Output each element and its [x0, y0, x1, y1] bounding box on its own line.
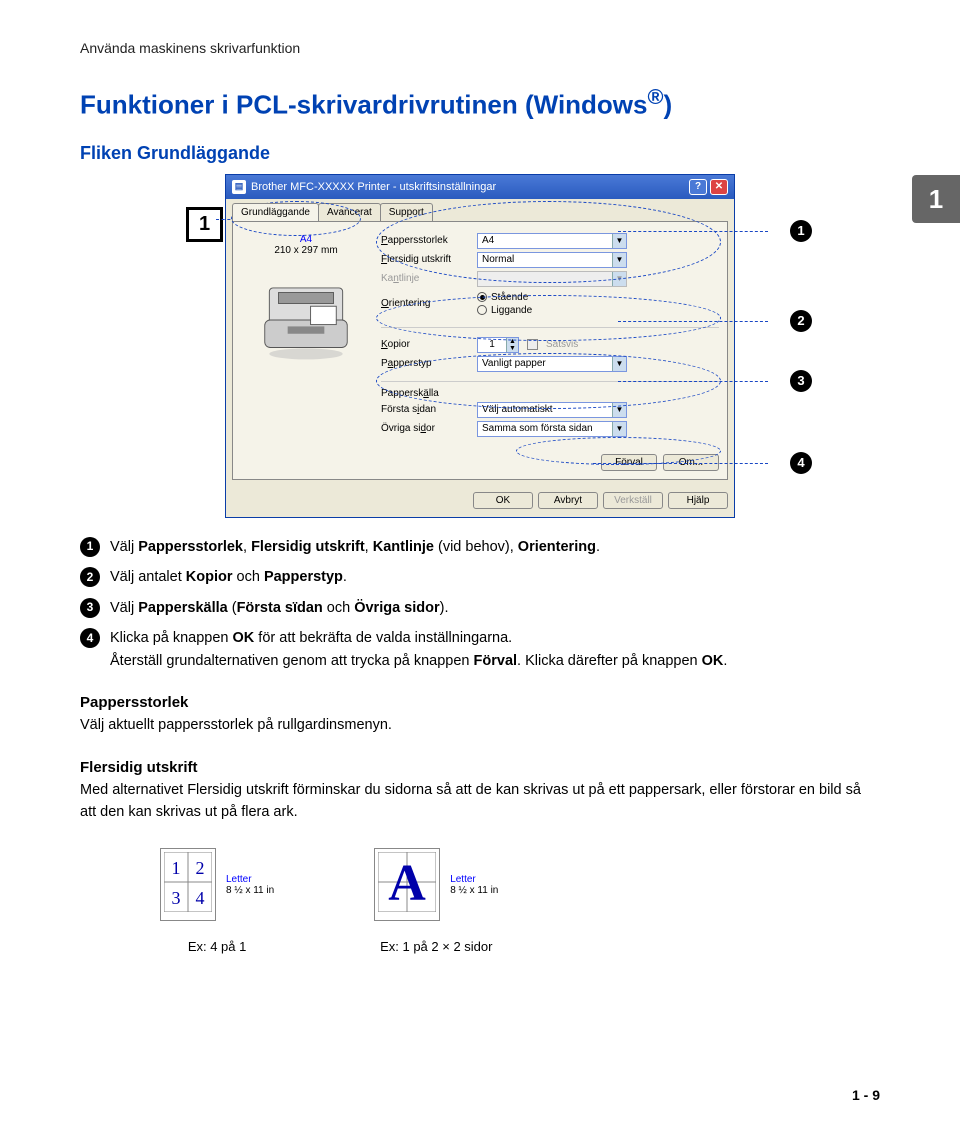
label-satsvis: Satsvis: [546, 339, 578, 350]
callout-4: 4: [790, 452, 812, 474]
avbryt-button[interactable]: Avbryt: [538, 492, 598, 509]
page-subtitle: Fliken Grundläggande: [80, 143, 880, 164]
ellipse-1: [376, 201, 721, 283]
list-text-1: Välj Pappersstorlek, Flersidig utskrift,…: [110, 536, 600, 558]
letter-dim-1: 8 ½ x 11 in: [226, 885, 274, 896]
flersidig-head: Flersidig utskrift: [80, 759, 880, 776]
close-icon[interactable]: ✕: [710, 179, 728, 195]
list-text-4: Klicka på knappen OK för att bekräfta de…: [110, 627, 727, 672]
printer-preview-image: [246, 270, 366, 370]
label-kopior: Kopior: [381, 339, 471, 350]
ok-button[interactable]: OK: [473, 492, 533, 509]
letter-label-1: Letter: [226, 874, 274, 885]
example-1-on-2x2: A Letter 8 ½ x 11 in Ex: 1 på 2 × 2 sido…: [374, 848, 498, 954]
page-title: Funktioner i PCL-skrivardrivrutinen (Win…: [80, 84, 880, 121]
pappersstorlek-body: Välj aktuellt pappersstorlek på rullgard…: [80, 715, 880, 737]
hjalp-button[interactable]: Hjälp: [668, 492, 728, 509]
verkstall-button: Verkställ: [603, 492, 663, 509]
label-ovriga-sidor: Övriga sidor: [381, 423, 471, 434]
list-num-4: 4: [80, 628, 100, 648]
svg-text:1: 1: [172, 858, 181, 878]
section-number: 1: [912, 175, 960, 223]
ovriga-sidor-dropdown[interactable]: Samma som första sidan▼: [477, 421, 627, 437]
printer-icon: ▤: [232, 180, 246, 194]
list-text-2: Välj antalet Kopior och Papperstyp.: [110, 566, 347, 588]
page-header: Använda maskinens skrivarfunktion: [80, 40, 880, 56]
page-footer: 1 - 9: [852, 1087, 880, 1103]
list-text-3: Välj Papperskälla (Första sïdan och Övri…: [110, 597, 449, 619]
numbered-list: 1 Välj Pappersstorlek, Flersidig utskrif…: [80, 536, 880, 672]
example-caption-1: Ex: 4 på 1: [188, 939, 247, 954]
svg-text:A: A: [388, 855, 426, 912]
label-forsta-sidan: Första sidan: [381, 404, 471, 415]
letter-dim-2: 8 ½ x 11 in: [450, 885, 498, 896]
list-num-3: 3: [80, 598, 100, 618]
preview-pane: A4 210 x 297 mm: [241, 230, 371, 471]
list-num-2: 2: [80, 567, 100, 587]
ellipse-2: [376, 295, 721, 341]
preview-dim-label: 210 x 297 mm: [274, 245, 337, 256]
svg-text:3: 3: [172, 888, 181, 908]
dialog-titlebar: ▤ Brother MFC-XXXXX Printer - utskriftsi…: [226, 175, 734, 199]
pappersstorlek-head: Pappersstorlek: [80, 694, 880, 711]
dialog-title: Brother MFC-XXXXX Printer - utskriftsins…: [251, 181, 496, 193]
ellipse-4: [516, 437, 721, 465]
svg-text:4: 4: [196, 888, 205, 908]
callout-3: 3: [790, 370, 812, 392]
callout-1: 1: [790, 220, 812, 242]
help-icon[interactable]: ?: [689, 179, 707, 195]
example-4-on-1: 1 2 3 4 Letter 8 ½ x 11 in Ex: 4 på 1: [160, 848, 274, 954]
flersidig-body: Med alternativet Flersidig utskrift förm…: [80, 780, 880, 824]
satsvis-checkbox: [527, 339, 538, 350]
tab-grundlaggande[interactable]: Grundläggande: [232, 203, 319, 221]
list-num-1: 1: [80, 537, 100, 557]
example-caption-2: Ex: 1 på 2 × 2 sidor: [380, 939, 492, 954]
letter-label-2: Letter: [450, 874, 498, 885]
svg-text:2: 2: [196, 858, 205, 878]
print-settings-dialog: 1 ▤ Brother MFC-XXXXX Printer - utskrift…: [225, 174, 735, 518]
left-callout-box: 1: [186, 207, 223, 242]
callout-2: 2: [790, 310, 812, 332]
